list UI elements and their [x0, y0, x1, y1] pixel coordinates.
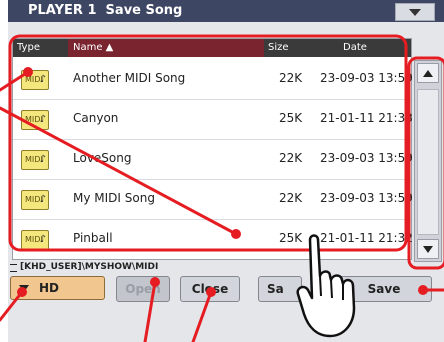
callout-line-device [0, 290, 24, 322]
pointing-hand-icon [296, 234, 356, 338]
scrollbar-highlight-outline [407, 56, 444, 270]
callout-dot [150, 277, 160, 287]
callout-line-open [143, 280, 157, 342]
callout-dot [206, 287, 216, 297]
callout-annotations [0, 34, 444, 342]
callout-dot [231, 229, 241, 239]
callout-line-row [0, 106, 238, 236]
callout-dot [17, 287, 27, 297]
callout-dot [23, 67, 33, 77]
callout-line-close [191, 290, 213, 342]
save-song-screen: PLAYER 1 Save Song Type Name ▲ Size Date… [0, 0, 444, 342]
callout-dot [418, 285, 428, 295]
